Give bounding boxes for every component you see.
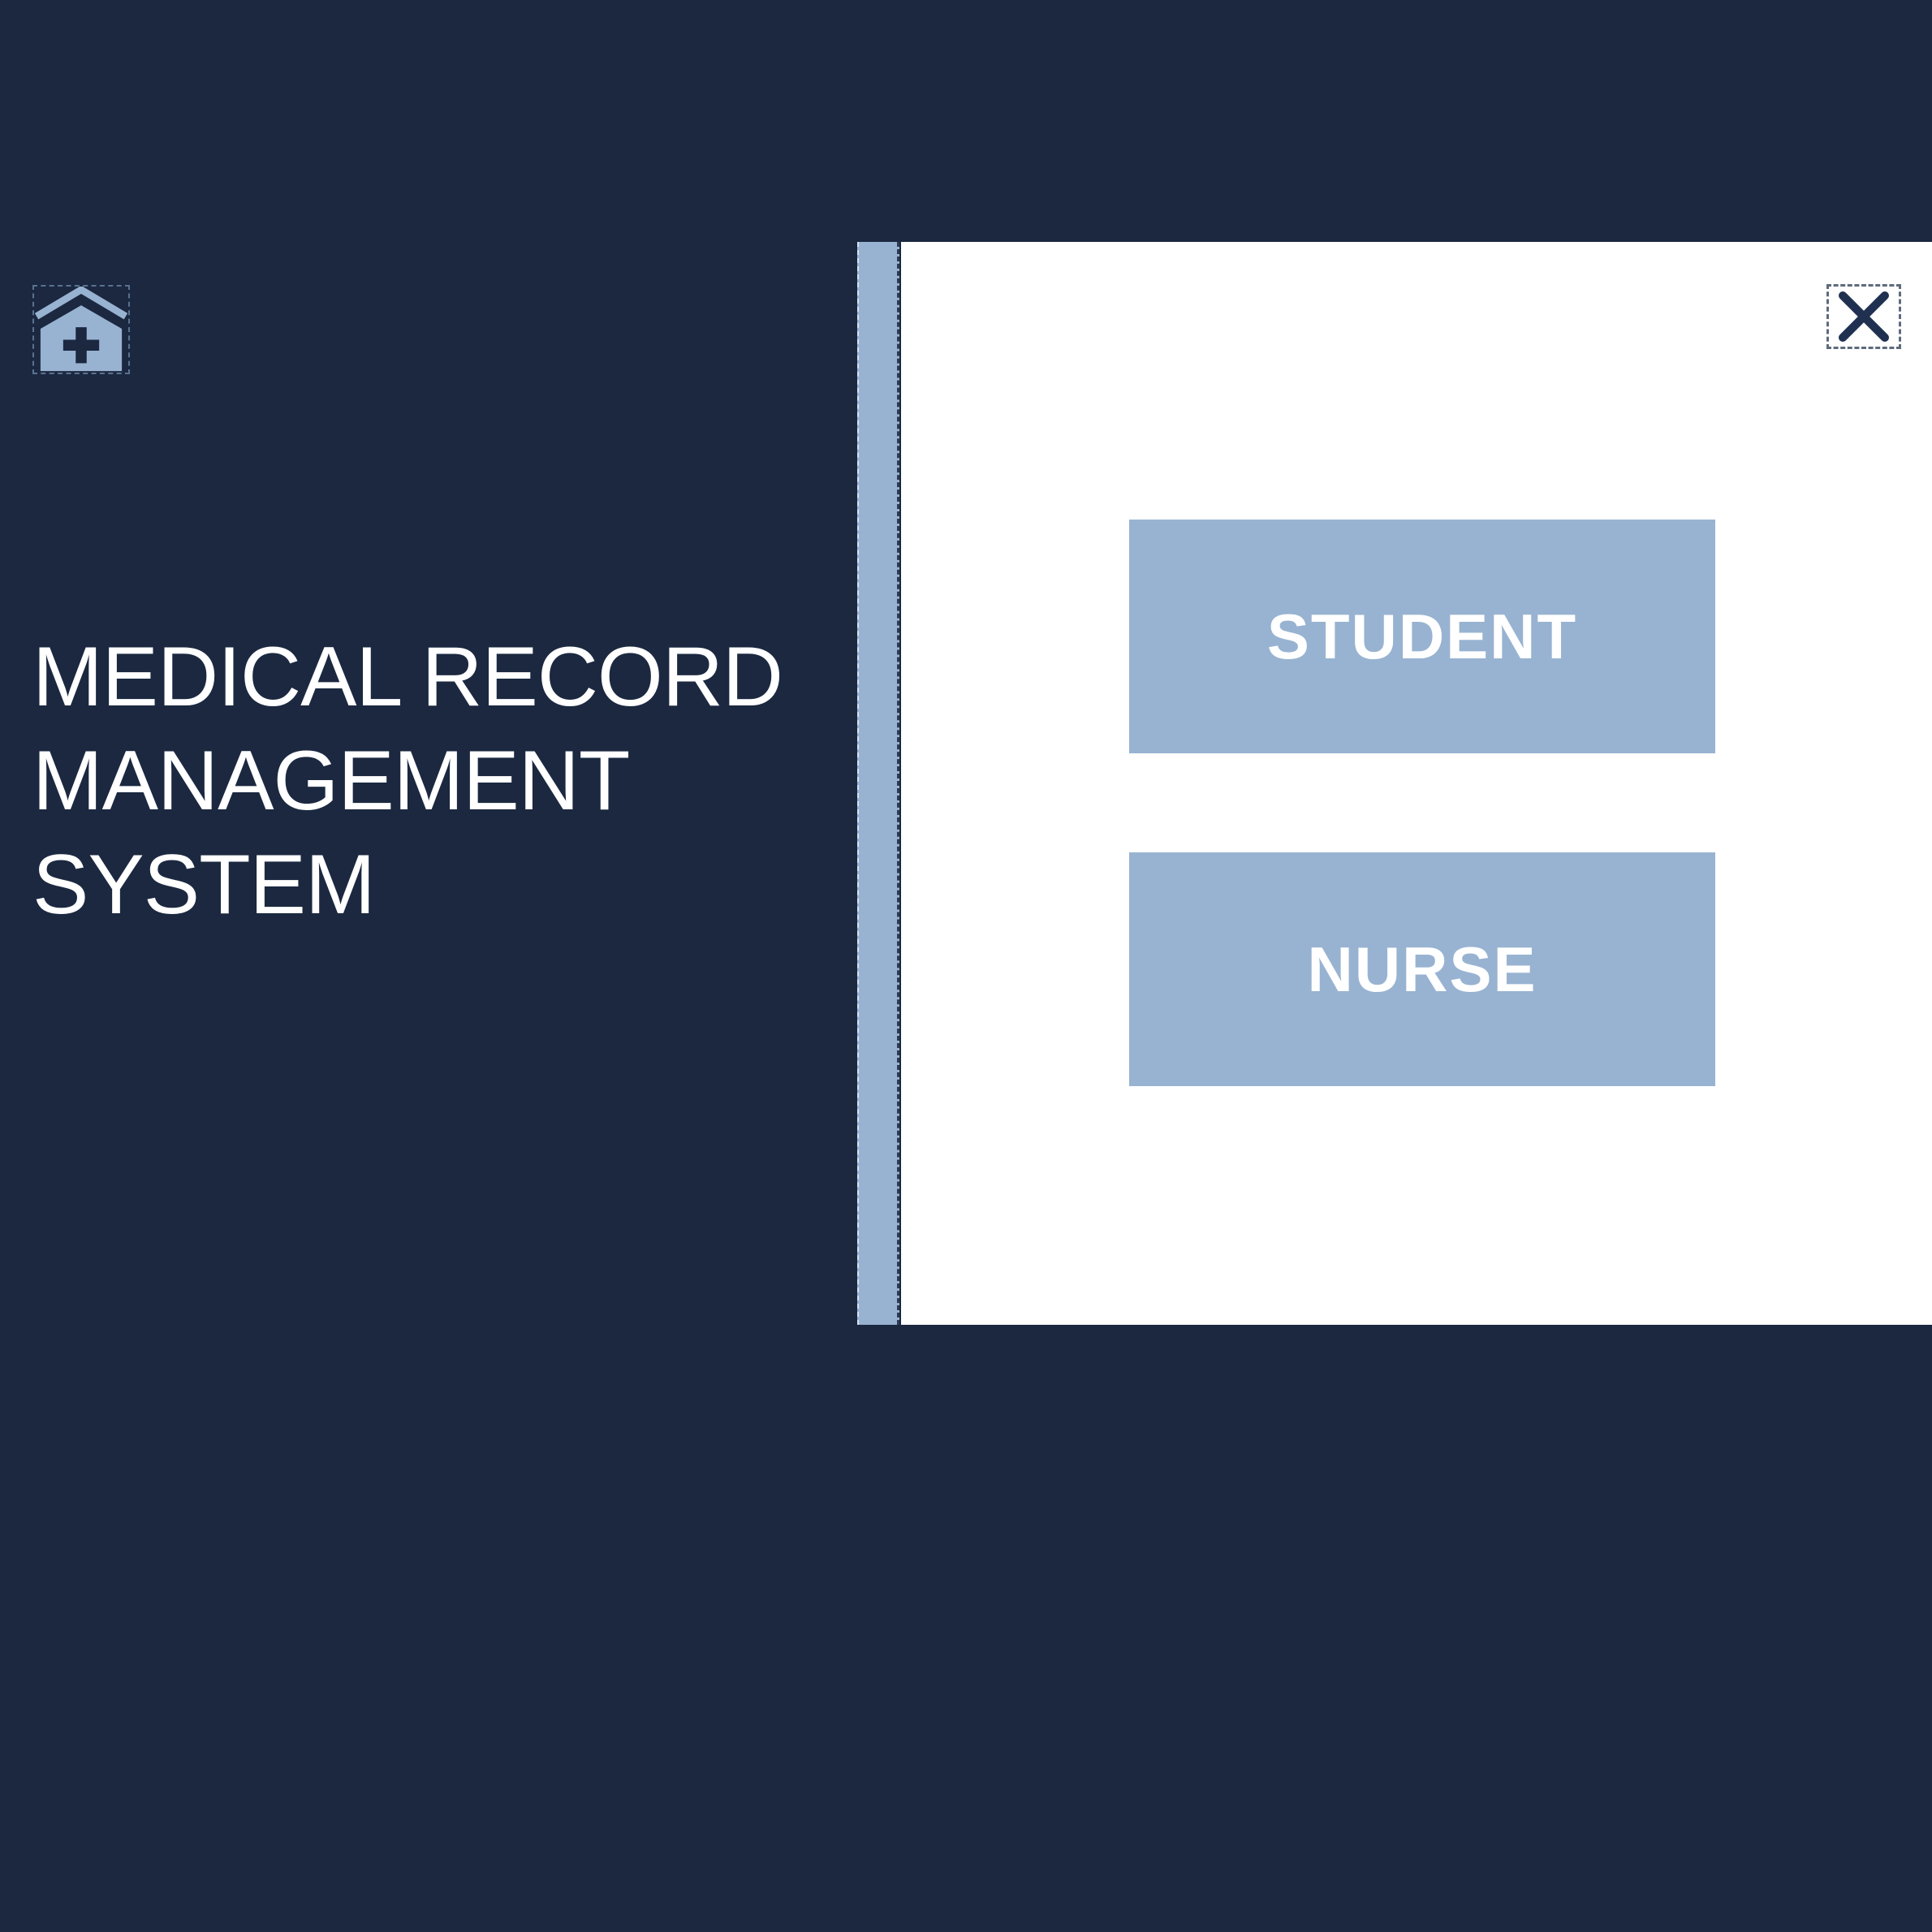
nurse-button-label: NURSE [1307, 933, 1537, 1005]
app-title: MEDICAL RECORD MANAGEMENT SYSTEM [32, 625, 828, 937]
student-button[interactable]: STUDENT [1129, 520, 1715, 753]
student-button-label: STUDENT [1266, 600, 1578, 672]
panel-divider-strip [857, 242, 899, 1325]
role-selection-panel: STUDENT NURSE [901, 242, 1932, 1325]
close-icon [1839, 291, 1889, 342]
app-title-line-3: SYSTEM [32, 838, 376, 932]
nurse-button[interactable]: NURSE [1129, 852, 1715, 1086]
app-title-line-2: MANAGEMENT [32, 734, 630, 828]
hospital-icon [32, 285, 130, 374]
app-title-line-1: MEDICAL RECORD [32, 630, 783, 724]
close-button[interactable] [1826, 284, 1901, 349]
